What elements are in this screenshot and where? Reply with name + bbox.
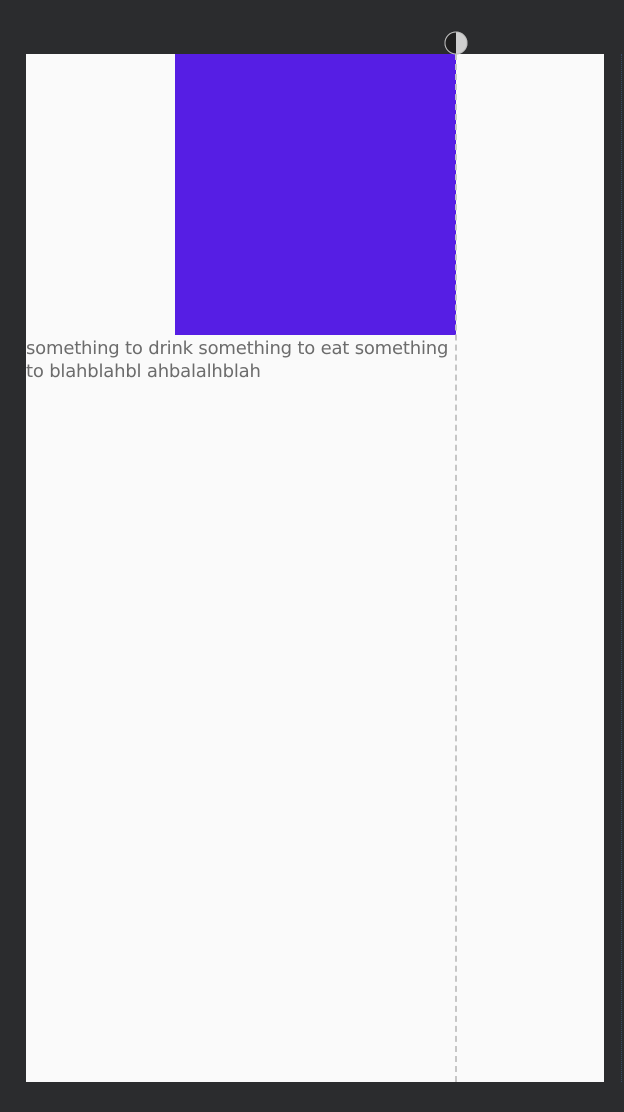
purple-image-view[interactable] <box>175 54 456 335</box>
right-edge-guide <box>621 54 622 1082</box>
text-view[interactable]: something to drink something to eat some… <box>26 337 456 383</box>
vertical-guideline[interactable] <box>455 54 457 1082</box>
device-screen: something to drink something to eat some… <box>26 54 604 1082</box>
half-circle-icon[interactable] <box>444 31 468 55</box>
